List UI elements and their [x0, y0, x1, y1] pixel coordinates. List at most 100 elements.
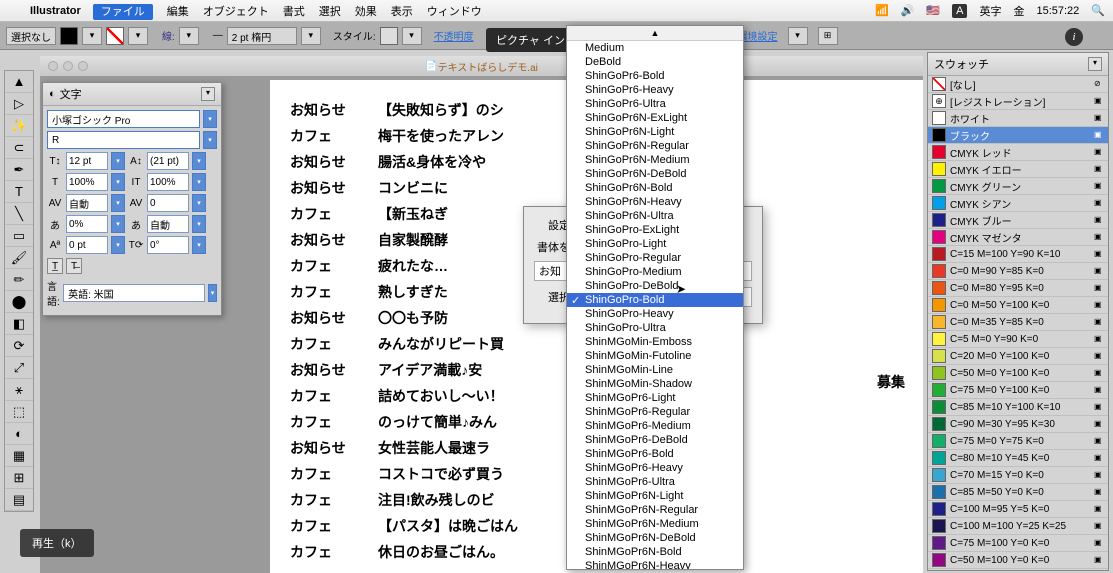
gradient-tool[interactable]: ▤ — [5, 489, 33, 511]
paintbrush-tool[interactable]: 🖌 — [5, 247, 33, 269]
eraser-tool[interactable]: ◧ — [5, 313, 33, 335]
font-option[interactable]: ShinMGoPr6N-Medium — [567, 517, 743, 531]
underline-button[interactable]: T̲ — [47, 258, 63, 274]
size-dropdown[interactable]: ▾ — [111, 152, 125, 170]
font-option[interactable]: ShinGoPr6N-Medium — [567, 153, 743, 167]
swatch-row[interactable]: C=75 M=100 Y=0 K=0▣ — [928, 535, 1108, 552]
app-name[interactable]: Illustrator — [30, 5, 81, 17]
font-option[interactable]: ShinGoPro-Ultra — [567, 321, 743, 335]
font-option[interactable]: ShinGoPro-Medium — [567, 265, 743, 279]
baseline-dropdown[interactable]: ▾ — [111, 215, 125, 233]
font-option[interactable]: ShinGoPr6-Bold — [567, 69, 743, 83]
font-option[interactable]: ShinGoPr6N-Ultra — [567, 209, 743, 223]
font-option[interactable]: ShinMGoMin-Emboss — [567, 335, 743, 349]
language-dropdown[interactable]: ▾ — [208, 284, 217, 302]
width-tool[interactable]: ⚹ — [5, 379, 33, 401]
swatch-row[interactable]: C=0 M=80 Y=95 K=0▣ — [928, 280, 1108, 297]
swatch-row[interactable]: ホワイト▣ — [928, 110, 1108, 127]
swatch-row[interactable]: ブラック▣ — [928, 127, 1108, 144]
magic-wand-tool[interactable]: ✨ — [5, 115, 33, 137]
swatch-row[interactable]: CMYK マゼンタ▣ — [928, 229, 1108, 246]
flag-icon[interactable]: 🇺🇸 — [926, 4, 940, 17]
font-option[interactable]: ShinGoPr6N-DeBold — [567, 167, 743, 181]
tracking-dropdown[interactable]: ▾ — [192, 194, 206, 212]
tracking-input[interactable] — [148, 198, 188, 209]
swatch-row[interactable]: C=35 M=100 Y=35 K=10▣ — [928, 569, 1108, 571]
font-style-dropdown[interactable]: ▾ — [203, 131, 217, 149]
style-dropdown[interactable]: ▾ — [402, 27, 422, 45]
swatch-row[interactable]: C=0 M=90 Y=85 K=0▣ — [928, 263, 1108, 280]
opacity-link[interactable]: 不透明度 — [434, 28, 474, 43]
scroll-up-arrow[interactable]: ▲ — [567, 26, 743, 41]
font-option[interactable]: ShinGoPr6-Heavy — [567, 83, 743, 97]
language-input[interactable] — [63, 284, 205, 302]
font-family-input[interactable] — [47, 110, 200, 128]
ime-mode[interactable]: 英字 — [979, 3, 1001, 19]
font-option[interactable]: ShinGoPro-ExLight — [567, 223, 743, 237]
swatch-row[interactable]: C=90 M=30 Y=95 K=30▣ — [928, 416, 1108, 433]
swatch-row[interactable]: C=100 M=95 Y=5 K=0▣ — [928, 501, 1108, 518]
shift-dropdown[interactable]: ▾ — [111, 236, 125, 254]
swatch-row[interactable]: ⊕[レジストレーション]▣ — [928, 93, 1108, 110]
stroke-profile-dropdown[interactable]: ▾ — [301, 27, 321, 45]
swatch-row[interactable]: C=85 M=10 Y=100 K=10▣ — [928, 399, 1108, 416]
type-tool[interactable]: T — [5, 181, 33, 203]
ime-indicator[interactable]: A — [952, 4, 967, 18]
rotate-dropdown[interactable]: ▾ — [192, 236, 206, 254]
swatch-row[interactable]: C=20 M=0 Y=100 K=0▣ — [928, 348, 1108, 365]
swatch-row[interactable]: CMYK ブルー▣ — [928, 212, 1108, 229]
lasso-tool[interactable]: ⊂ — [5, 137, 33, 159]
hscale-dropdown[interactable]: ▾ — [192, 173, 206, 191]
font-option[interactable]: ShinMGoPr6N-DeBold — [567, 531, 743, 545]
swatches-menu[interactable]: ▾ — [1088, 57, 1102, 71]
font-option[interactable]: ShinGoPr6N-ExLight — [567, 111, 743, 125]
stroke-profile[interactable]: 2 pt 楕円 — [227, 27, 297, 45]
stroke-swatch[interactable] — [106, 27, 124, 45]
font-size-input[interactable] — [67, 156, 107, 167]
swatch-row[interactable]: C=15 M=100 Y=90 K=10▣ — [928, 246, 1108, 263]
align-button[interactable]: ⊞ — [818, 27, 838, 45]
swatch-row[interactable]: C=0 M=35 Y=85 K=0▣ — [928, 314, 1108, 331]
font-option[interactable]: ShinMGoPr6-Heavy — [567, 461, 743, 475]
font-option[interactable]: ShinGoPro-Heavy — [567, 307, 743, 321]
pen-tool[interactable]: ✒ — [5, 159, 33, 181]
font-option[interactable]: ShinMGoPr6-Regular — [567, 405, 743, 419]
font-option[interactable]: ShinMGoPr6-Medium — [567, 419, 743, 433]
spotlight-icon[interactable]: 🔍 — [1091, 4, 1105, 17]
font-option[interactable]: ShinMGoPr6-Light — [567, 391, 743, 405]
fill-dropdown[interactable]: ▾ — [82, 27, 102, 45]
font-option[interactable]: ShinGoPro-Light — [567, 237, 743, 251]
window-controls[interactable] — [48, 61, 88, 71]
font-option[interactable]: ShinMGoPr6N-Heavy — [567, 559, 743, 570]
font-option[interactable]: ShinMGoMin-Line — [567, 363, 743, 377]
info-icon[interactable]: i — [1065, 28, 1083, 46]
font-option[interactable]: ShinMGoPr6N-Bold — [567, 545, 743, 559]
font-option[interactable]: ShinGoPr6N-Bold — [567, 181, 743, 195]
font-option[interactable]: ShinMGoPr6-Ultra — [567, 475, 743, 489]
line-tool[interactable]: ╲ — [5, 203, 33, 225]
baseline-input[interactable] — [67, 219, 107, 230]
font-option[interactable]: ShinMGoPr6-Bold — [567, 447, 743, 461]
font-option[interactable]: ShinGoPr6-Ultra — [567, 97, 743, 111]
font-dropdown-menu[interactable]: ▲ MediumDeBoldShinGoPr6-BoldShinGoPr6-He… — [566, 25, 744, 570]
kerning-dropdown[interactable]: ▾ — [111, 194, 125, 212]
swatch-row[interactable]: C=50 M=0 Y=100 K=0▣ — [928, 365, 1108, 382]
menu-ファイル[interactable]: ファイル — [93, 4, 153, 20]
leading-dropdown[interactable]: ▾ — [192, 152, 206, 170]
font-option[interactable]: ShinMGoPr6N-Regular — [567, 503, 743, 517]
font-option[interactable]: ShinGoPr6N-Heavy — [567, 195, 743, 209]
perspective-tool[interactable]: ▦ — [5, 445, 33, 467]
font-option[interactable]: ShinMGoPr6N-Light — [567, 489, 743, 503]
play-button[interactable]: 再生（k） — [20, 529, 94, 557]
swatch-row[interactable]: C=70 M=15 Y=0 K=0▣ — [928, 467, 1108, 484]
swatch-row[interactable]: CMYK レッド▣ — [928, 144, 1108, 161]
swatch-row[interactable]: C=85 M=50 Y=0 K=0▣ — [928, 484, 1108, 501]
shift-input[interactable] — [67, 240, 107, 251]
aki-input[interactable] — [148, 219, 188, 230]
swatch-row[interactable]: C=0 M=50 Y=100 K=0▣ — [928, 297, 1108, 314]
swatch-row[interactable]: C=50 M=100 Y=0 K=0▣ — [928, 552, 1108, 569]
swatch-row[interactable]: C=75 M=0 Y=100 K=0▣ — [928, 382, 1108, 399]
font-option[interactable]: ShinMGoMin-Shadow — [567, 377, 743, 391]
rotate-tool[interactable]: ⟳ — [5, 335, 33, 357]
scale-tool[interactable]: ⤢ — [5, 357, 33, 379]
